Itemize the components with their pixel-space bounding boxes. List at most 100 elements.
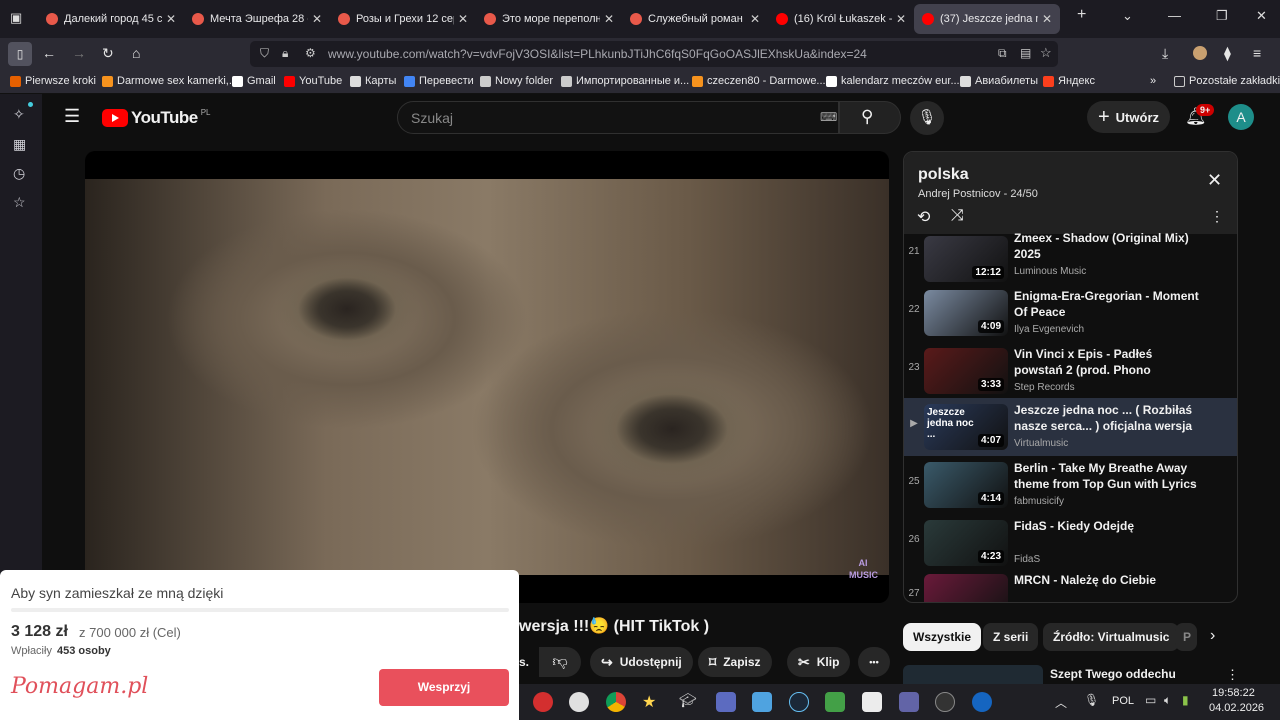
shuffle-icon[interactable]: ⤨ (951, 207, 964, 225)
bookmark-item[interactable]: Darmowe sex kamerki,... (102, 75, 238, 87)
bookmark-item[interactable]: czeczen80 - Darmowe... (692, 75, 826, 87)
tab[interactable]: Далекий город 45 серия ✕ (38, 4, 184, 34)
bookmark-item[interactable]: Nowy folder (480, 75, 553, 87)
tab[interactable]: Мечта Эшрефа 28 серия ✕ (184, 4, 330, 34)
tray-chevron-icon[interactable]: ︿ (1055, 694, 1067, 711)
new-tab-button[interactable]: + (1077, 6, 1086, 24)
address-bar[interactable]: ⛉ 🔒︎ ⚙ www.youtube.com/watch?v=vdvFojV3O… (250, 41, 1058, 67)
related-more-icon[interactable]: ⋮ (1226, 667, 1239, 683)
keyboard-icon[interactable]: ⌨ (820, 110, 837, 124)
app-icon-dark[interactable] (935, 692, 955, 712)
clip-button[interactable]: ✂ Klip (787, 647, 851, 677)
pomagam-logo[interactable]: Pomagam.pl (11, 674, 148, 699)
tab-list-icon[interactable]: ▣ (10, 10, 22, 26)
playlist-item-thumbnail[interactable]: 4:23 (924, 520, 1008, 566)
hamburger-menu-icon[interactable]: ☰ (64, 106, 80, 127)
playlist-item-title[interactable]: Vin Vinci x Epis - Padłeś powstań 2 (pro… (1014, 346, 1199, 378)
video-frame[interactable] (85, 179, 889, 575)
search-input[interactable]: Szukaj (411, 110, 453, 126)
home-icon[interactable]: ⌂ (132, 45, 140, 61)
playlist-item[interactable]: 22 4:09 Enigma-Era-Gregorian - Moment Of P… (904, 284, 1237, 342)
close-window-button[interactable]: ✕ (1256, 8, 1267, 24)
bookmark-item[interactable]: Яндекс (1043, 75, 1095, 87)
tab[interactable]: Розы и Грехи 12 серия ✕ (330, 4, 476, 34)
playlist-item-thumbnail[interactable]: Jeszcze jedna noc ... 4:07 (924, 404, 1008, 450)
language-indicator[interactable]: POL (1112, 695, 1134, 707)
media-player-icon[interactable] (862, 692, 882, 712)
other-bookmarks[interactable]: Pozostałe zakładki (1174, 75, 1280, 87)
volume-icon[interactable]: 🔈︎ (1164, 693, 1171, 708)
close-tab-icon[interactable]: ✕ (312, 12, 322, 26)
picture-in-picture-icon[interactable]: ⧉ (998, 46, 1007, 61)
chrome-icon[interactable] (606, 692, 626, 712)
star-app-icon[interactable]: ★ (642, 692, 662, 712)
bookmark-item[interactable]: Gmail (232, 75, 276, 87)
bookmarks-overflow-icon[interactable]: » (1150, 75, 1156, 87)
related-thumbnail[interactable] (903, 665, 1043, 685)
playlist-title[interactable]: polska (918, 166, 969, 184)
video-player[interactable]: AI MUSIC (85, 151, 889, 603)
playlist-item-thumbnail[interactable]: 12:12 (924, 236, 1008, 282)
playlist-item[interactable]: 27MRCN - Należę do CiebieMRCN (904, 568, 1237, 602)
history-icon[interactable]: ◷ (13, 165, 25, 182)
bookmark-star-icon[interactable]: ☆ (1040, 45, 1052, 61)
playlist-item-title[interactable]: Jeszcze jedna noc ... ( Rozbiłaś nasze s… (1014, 402, 1199, 434)
playlist-item[interactable]: 23 3:33 Vin Vinci x Epis - Padłeś powstań … (904, 342, 1237, 400)
display-icon[interactable]: ▭ (1145, 693, 1156, 707)
tab[interactable]: Это море переполнилось ✕ (476, 4, 622, 34)
close-tab-icon[interactable]: ✕ (896, 12, 906, 26)
app-icon-purple[interactable] (716, 692, 736, 712)
save-button[interactable]: ⌑ Zapisz (698, 647, 772, 677)
sidebar-toggle-icon[interactable]: ▯ (8, 42, 32, 66)
app-icon-red[interactable] (533, 692, 553, 712)
dislike-button[interactable]: 👎︎ (539, 647, 581, 677)
forward-icon[interactable]: → (72, 45, 86, 61)
bookmark-item[interactable]: Перевести (404, 75, 474, 87)
like-partial-text[interactable]: s. (519, 655, 529, 669)
tab[interactable]: Служебный роман ✕ (622, 4, 768, 34)
playlist-item-title[interactable]: FidaS - Kiedy Odejdę (1014, 518, 1199, 550)
bookmarks-icon[interactable]: ☆ (13, 194, 26, 211)
playlist-more-icon[interactable]: ⋮ (1210, 208, 1224, 225)
loop-icon[interactable]: ⟲ (917, 207, 930, 227)
bookmark-item[interactable]: Pierwsze kroki (10, 75, 96, 87)
support-button[interactable]: Wesprzyj (379, 669, 509, 706)
ai-sparkle-icon[interactable]: ✧ (13, 106, 25, 123)
filter-chip[interactable]: Źródło: Virtualmusic (1043, 623, 1180, 651)
close-tab-icon[interactable]: ✕ (604, 12, 614, 26)
playlist-item-title[interactable]: Berlin - Take My Breathe Away theme from… (1014, 460, 1199, 492)
bookmark-item[interactable]: Авиабилеты (960, 75, 1038, 87)
lock-icon[interactable]: 🔒︎ (282, 46, 288, 61)
voice-search-button[interactable]: 🎙︎ (910, 101, 944, 135)
playlist-item-title[interactable]: MRCN - Należę do Ciebie (1014, 572, 1199, 602)
shield-icon[interactable]: ⛉ (260, 46, 269, 61)
tab[interactable]: (37) Jeszcze jedna noc ✕ (914, 4, 1060, 34)
reload-icon[interactable]: ↻ (102, 45, 114, 62)
menu-icon[interactable]: ≡ (1253, 45, 1261, 61)
bookmark-item[interactable]: Карты (350, 75, 396, 87)
playlist-item-title[interactable]: Enigma-Era-Gregorian - Moment Of Peace (1014, 288, 1199, 320)
steam-icon[interactable] (789, 692, 809, 712)
bookmark-item[interactable]: Импортированные и... (561, 75, 689, 87)
synced-tabs-icon[interactable]: ▦ (13, 136, 26, 153)
share-button[interactable]: ↪ Udostępnij (590, 647, 693, 677)
playlist-item-thumbnail[interactable] (924, 574, 1008, 602)
reader-view-icon[interactable]: ▤ (1020, 46, 1031, 60)
chips-next-icon[interactable]: › (1210, 627, 1215, 645)
app-icon-compass[interactable] (569, 692, 589, 712)
tab[interactable]: (16) Król Łukaszek - YouTube ✕ (768, 4, 914, 34)
filter-chip[interactable]: Wszystkie (903, 623, 982, 651)
related-video-title[interactable]: Szept Twego oddechu (1050, 667, 1176, 681)
filter-chip[interactable]: P (1175, 623, 1197, 651)
search-button[interactable]: ⚲ (839, 101, 901, 134)
downloads-icon[interactable]: ⤓ (1162, 45, 1168, 62)
tab-dropdown-button[interactable]: ⌄ (1122, 8, 1133, 24)
extensions-icon[interactable]: ⧫ (1224, 45, 1231, 62)
playlist-item[interactable]: 26 4:23 FidaS - Kiedy Odejdę FidaS (904, 514, 1237, 572)
avatar[interactable]: A (1228, 104, 1254, 130)
playlist-item[interactable]: 25 4:14 Berlin - Take My Breathe Away them… (904, 456, 1237, 514)
url-text[interactable]: www.youtube.com/watch?v=vdvFojV3OSI&list… (328, 47, 867, 61)
close-tab-icon[interactable]: ✕ (458, 12, 468, 26)
teams-icon[interactable] (899, 692, 919, 712)
battery-icon[interactable]: ▮ (1182, 693, 1189, 707)
